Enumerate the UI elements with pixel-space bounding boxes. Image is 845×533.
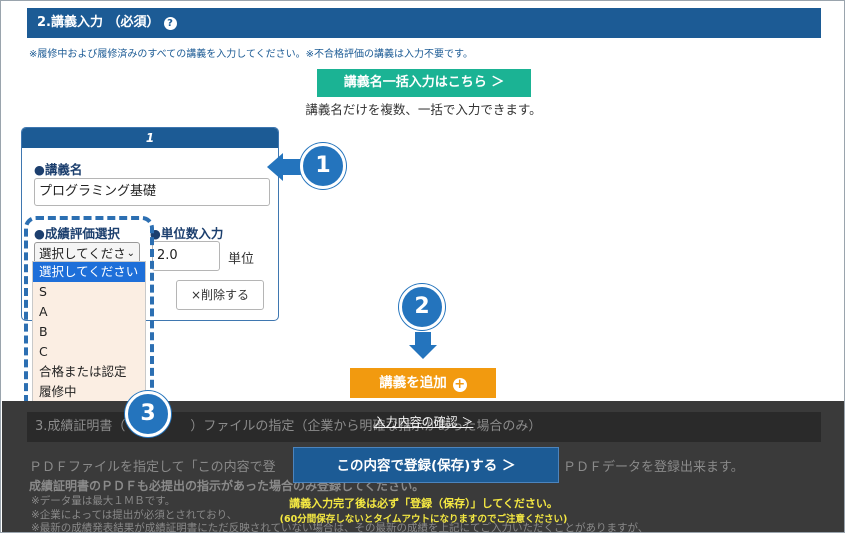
step-marker-1: 1 (300, 143, 346, 189)
step-marker-2: 2 (399, 284, 445, 330)
section-2-header: 2.講義入力 （必須）? (27, 8, 821, 38)
plus-circle-icon: + (452, 377, 467, 392)
help-icon[interactable]: ? (163, 17, 177, 30)
arrow-down-head-icon (409, 345, 437, 359)
screen-frame: 2.講義入力 （必須）? ※履修中および履修済みのすべての講義を入力してください… (0, 0, 845, 533)
units-label: ●単位数入力 (150, 226, 224, 241)
add-lecture-button[interactable]: 講義を追加 + (350, 368, 496, 398)
section-2-note: ※履修中および履修済みのすべての講義を入力してください。※不合格評価の講義は入力… (29, 49, 474, 60)
section-2-title: 2.講義入力 （必須） (37, 15, 160, 30)
save-button[interactable]: この内容で登録(保存)する ＞ (293, 447, 559, 483)
confirm-input-link[interactable]: 入力内容の確認 ＞ (1, 413, 844, 430)
bulk-input-subtext: 講義名だけを複数、一括で入力できます。 (305, 102, 542, 117)
add-lecture-label: 講義を追加 (379, 375, 447, 391)
units-suffix: 単位 (228, 252, 255, 267)
highlight-dashed-box (24, 216, 154, 412)
lecture-card-number: 1 (22, 128, 278, 148)
units-input[interactable]: 2.0 (152, 241, 220, 271)
lecture-name-label: ●講義名 (34, 162, 83, 177)
bulk-input-button[interactable]: 講義名一括入力はこちら ＞ (317, 69, 531, 97)
section-3-line1-left: ＰＤＦファイルを指定して「この内容で登 (29, 460, 276, 475)
arrow-left-head-icon (267, 153, 283, 181)
save-warning: 講義入力完了後は必ず「登録（保存）」してください。 (289, 497, 558, 510)
arrow-down-icon (415, 332, 431, 346)
timeout-warning: (60分間保存しないとタイムアウトになりますのでご注意ください) (279, 514, 568, 525)
section-3-line1-right: ＰＤＦデータを登録出来ます。 (563, 460, 744, 475)
lecture-name-input[interactable]: プログラミング基礎 (34, 178, 270, 206)
delete-button[interactable]: ×削除する (176, 280, 264, 310)
